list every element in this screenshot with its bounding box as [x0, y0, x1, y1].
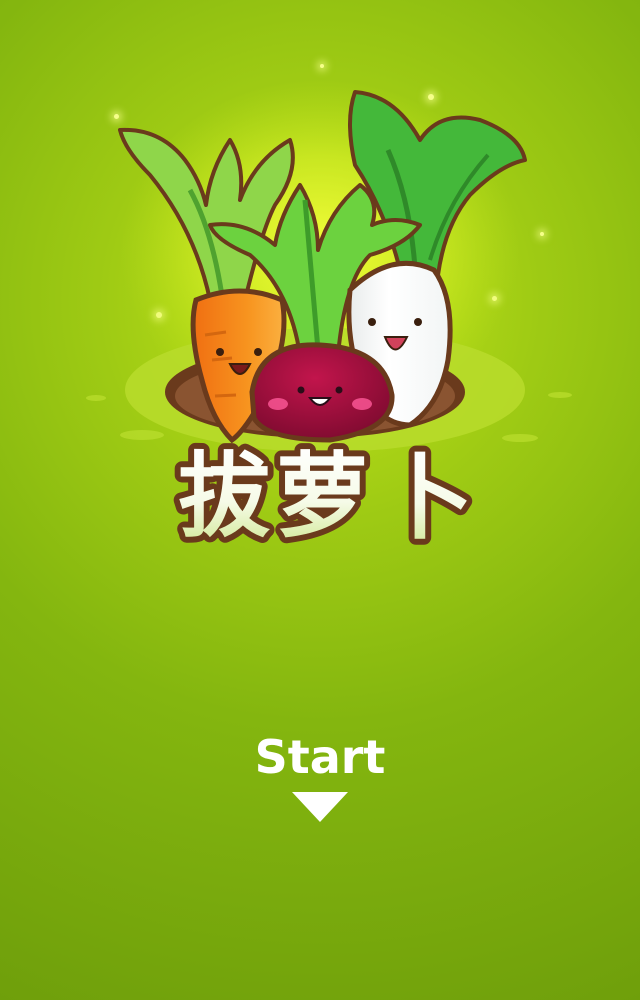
- title-glyph: 拔: [178, 443, 270, 550]
- beet-character: [249, 342, 395, 443]
- title-glyph: 萝: [276, 443, 368, 550]
- start-label: Start: [254, 730, 386, 784]
- start-screen: 拔 萝 卜 Start: [0, 0, 640, 1000]
- game-title: 拔 萝 卜: [172, 437, 480, 558]
- triangle-down-icon: [292, 792, 348, 822]
- title-glyph: 卜: [382, 445, 474, 552]
- start-button[interactable]: Start: [220, 722, 420, 832]
- game-logo-art: 拔 萝 卜: [86, 80, 572, 558]
